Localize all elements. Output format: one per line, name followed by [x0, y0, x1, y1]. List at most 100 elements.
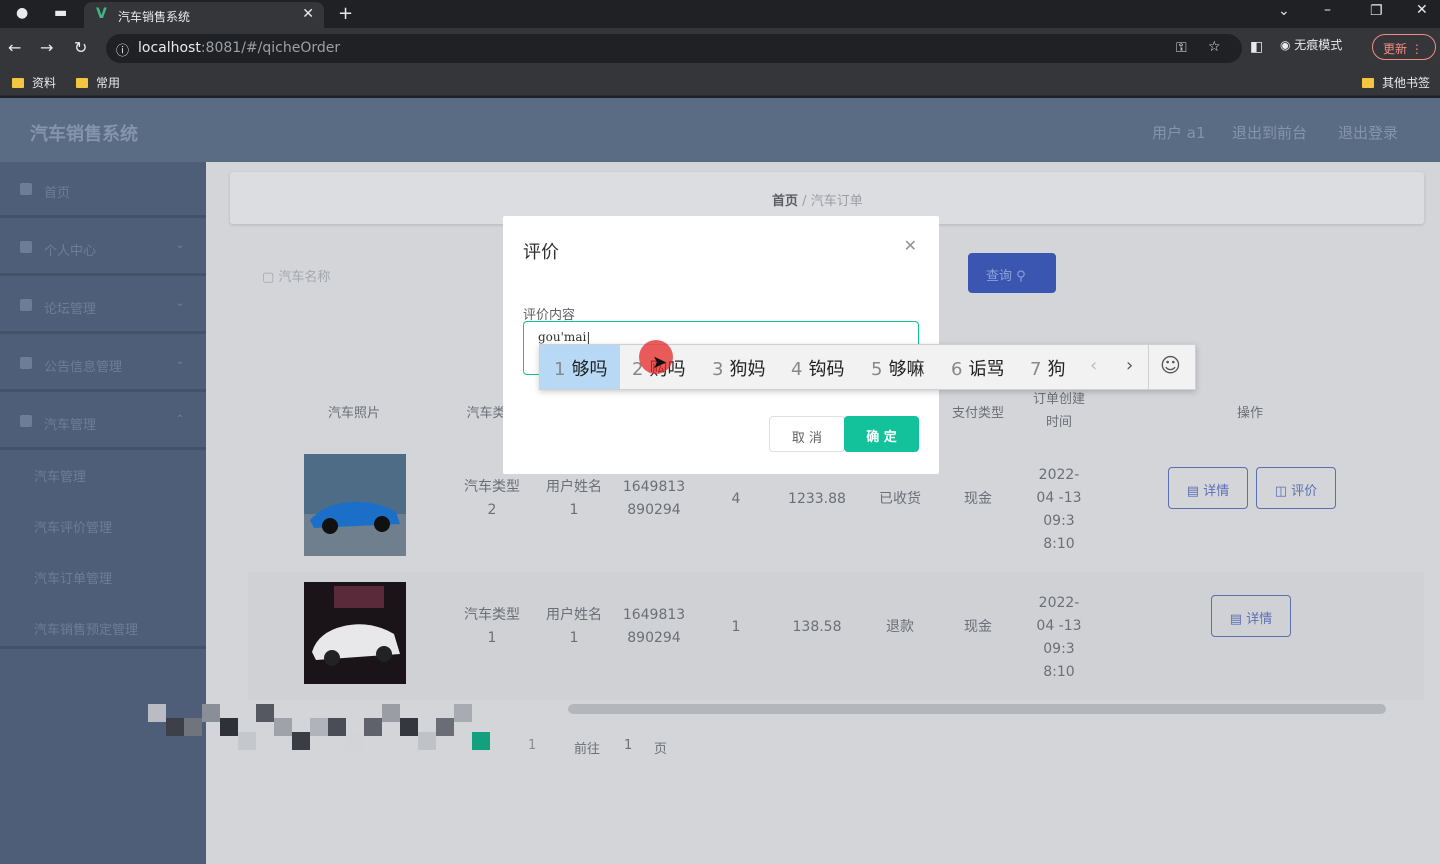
cell-car-type: 汽车类型 2	[464, 479, 520, 518]
breadcrumb-home[interactable]: 首页	[772, 194, 798, 209]
chevron-down-icon: ⌄	[175, 298, 184, 309]
back-to-front-link[interactable]: 退出到前台	[1232, 122, 1307, 143]
incognito-indicator[interactable]: ◉ 无痕模式	[1280, 36, 1342, 53]
app-brand: 汽车销售系统	[30, 124, 138, 145]
folder-icon	[1362, 78, 1374, 88]
notice-icon	[20, 357, 32, 369]
emoji-icon[interactable]: ☺	[1160, 353, 1181, 377]
mouse-pointer-icon: ➤	[652, 352, 668, 373]
car-icon	[20, 415, 32, 427]
chevron-down-icon[interactable]: ⌄	[1278, 3, 1290, 19]
user-icon	[20, 241, 32, 253]
cell-order-no: 1649813 890294	[622, 607, 686, 646]
cell-pay: 现金	[964, 619, 992, 635]
pixelated-region	[148, 704, 490, 756]
cell-car-type: 汽车类型 1	[464, 607, 520, 646]
browser-menu-icon[interactable]: ●	[16, 5, 28, 21]
cancel-button[interactable]: 取 消	[769, 416, 845, 452]
forum-icon	[20, 299, 32, 311]
ime-candidate[interactable]: 6 诟骂	[951, 345, 1004, 389]
tab-title: 汽车销售系统	[118, 10, 191, 24]
sidebar-item-profile[interactable]: 个人中心 ⌄	[0, 220, 206, 276]
sidebar-subitem-review[interactable]: 汽车评价管理	[34, 517, 112, 536]
review-button[interactable]: ◫ 评价	[1256, 467, 1336, 509]
key-icon[interactable]: ⚿	[1176, 40, 1187, 56]
sidebar-item-car[interactable]: 汽车管理 ⌃	[0, 394, 206, 450]
new-tab-icon[interactable]: +	[338, 3, 353, 24]
ime-candidate-bar: 1够吗 2购吗 3狗妈 4钩码 5够嘛 6诟骂 7狗 ‹ › ☺	[539, 344, 1196, 390]
th-pay: 支付类型	[951, 406, 1004, 421]
th-type: 汽车类	[466, 406, 506, 421]
cell-qty: 1	[731, 619, 741, 635]
cell-pay: 现金	[964, 491, 992, 507]
user-link[interactable]: 用户 a1	[1152, 122, 1206, 143]
cell-created: 2022-04 -13 09:3 8:10	[1036, 467, 1082, 552]
sidebar-item-forum[interactable]: 论坛管理 ⌄	[0, 278, 206, 334]
cell-order-no: 1649813 890294	[622, 479, 686, 518]
cell-qty: 4	[731, 491, 741, 507]
bookmark-folder[interactable]: 资料	[12, 74, 56, 91]
dialog-title: 评价	[523, 242, 559, 263]
detail-button[interactable]: ▤ 详情	[1211, 595, 1291, 637]
ime-candidate[interactable]: 1 够吗	[540, 345, 620, 389]
bookmarks-bar: 资料 常用 其他书签	[0, 68, 1440, 96]
close-icon[interactable]: ✕	[904, 236, 917, 255]
pager-unit: 页	[654, 742, 668, 757]
confirm-button[interactable]: 确 定	[844, 416, 919, 452]
sidebar-divider	[0, 646, 206, 649]
horizontal-scrollbar[interactable]	[568, 704, 1386, 714]
address-bar[interactable]: ⓘ localhost:8081/#/qicheOrder ⚿ ☆	[106, 34, 1242, 63]
sidebar-item-home[interactable]: 首页	[0, 162, 206, 218]
sidebar: 首页 个人中心 ⌄ 论坛管理 ⌄ 公告信息管理 ⌄ 汽车管理 ⌃ 汽车管理 汽车评价管理…	[0, 162, 206, 864]
sidebar-item-notice[interactable]: 公告信息管理 ⌄	[0, 336, 206, 392]
chevron-down-icon: ⌄	[175, 356, 184, 367]
browser-toolbar: ← → ↻ ⓘ localhost:8081/#/qicheOrder ⚿ ☆ …	[0, 28, 1440, 68]
ime-candidate[interactable]: 5 够嘛	[871, 345, 924, 389]
restore-icon[interactable]: ❐	[1370, 3, 1383, 19]
logout-link[interactable]: 退出登录	[1338, 122, 1398, 143]
url-text: localhost:8081/#/qicheOrder	[138, 40, 341, 56]
back-icon[interactable]: ←	[8, 38, 21, 57]
reload-icon[interactable]: ↻	[74, 38, 87, 57]
cell-created: 2022-04 -13 09:3 8:10	[1036, 595, 1082, 680]
browser-tab[interactable]: V 汽车销售系统 ✕	[84, 2, 324, 28]
browser-tab-bar: ● ▬ V 汽车销售系统 ✕ + ⌄ – ❐ ✕	[0, 0, 1440, 28]
pager-goto-label: 前往	[574, 742, 601, 757]
ime-candidate[interactable]: 4 钩码	[791, 345, 844, 389]
sidebar-subitem-car[interactable]: 汽车管理	[34, 466, 86, 485]
info-icon[interactable]: ⓘ	[116, 40, 129, 59]
minimize-icon[interactable]: –	[1324, 2, 1331, 18]
cell-user: 用户姓名 1	[546, 607, 602, 646]
car-photo	[304, 454, 406, 556]
pager-current[interactable]: 1	[528, 738, 536, 753]
car-photo	[304, 582, 406, 684]
ime-next-icon[interactable]: ›	[1126, 355, 1133, 376]
th-actions: 操作	[1236, 406, 1263, 421]
sidebar-subitem-booking[interactable]: 汽车销售预定管理	[34, 619, 138, 638]
breadcrumb-current: 汽车订单	[810, 194, 863, 209]
tab-close-icon[interactable]: ✕	[302, 6, 314, 22]
sidebar-subitem-order[interactable]: 汽车订单管理	[34, 568, 112, 587]
folder-icon	[12, 78, 24, 88]
pager-page-input[interactable]: 1	[624, 738, 632, 753]
chevron-up-icon: ⌃	[175, 414, 184, 425]
ime-prev-icon[interactable]: ‹	[1090, 355, 1097, 376]
search-input[interactable]: ▢ 汽车名称	[262, 266, 330, 285]
tab-search-icon[interactable]: ▬	[54, 5, 67, 21]
detail-button[interactable]: ▤ 详情	[1168, 467, 1248, 509]
window-close-icon[interactable]: ✕	[1416, 2, 1428, 18]
ime-divider	[1148, 345, 1149, 389]
ime-candidate[interactable]: 3 狗妈	[712, 345, 765, 389]
update-button[interactable]: 更新 ⋮	[1372, 34, 1436, 60]
ime-candidate[interactable]: 7狗	[1030, 345, 1065, 389]
other-bookmarks[interactable]: 其他书签	[1362, 74, 1430, 91]
vue-logo-icon: V	[96, 6, 107, 22]
bookmark-folder[interactable]: 常用	[76, 74, 120, 91]
sidepanel-icon[interactable]: ◧	[1250, 39, 1263, 55]
th-created: 订单创建时间	[1032, 392, 1085, 430]
cell-user: 用户姓名 1	[546, 479, 602, 518]
query-button[interactable]: 查询 ⚲	[968, 253, 1056, 293]
forward-icon[interactable]: →	[40, 38, 53, 57]
cell-status: 退款	[886, 619, 914, 635]
star-icon[interactable]: ☆	[1208, 39, 1221, 55]
